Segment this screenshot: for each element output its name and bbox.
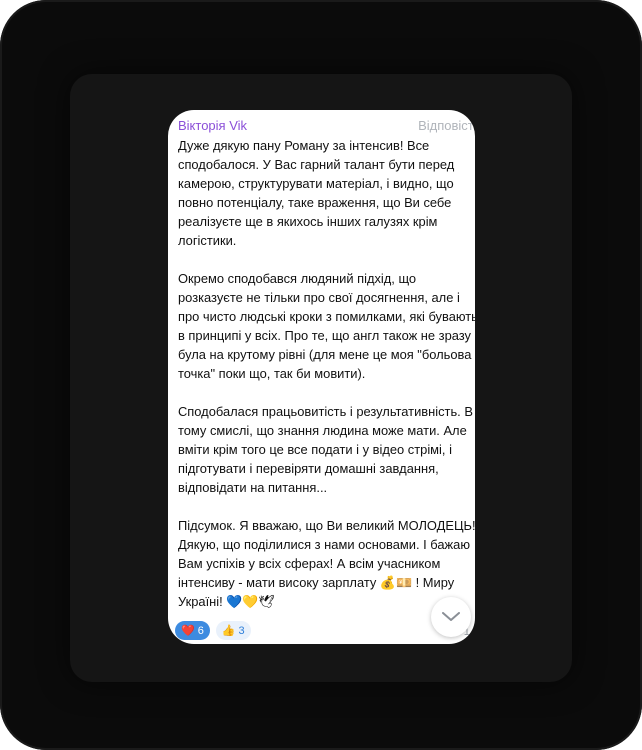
heart-icon: ❤️ <box>181 625 195 637</box>
reaction-count: 3 <box>238 624 245 637</box>
author-name[interactable]: Вікторія Vik <box>178 118 247 133</box>
reaction-count: 6 <box>197 624 204 637</box>
message-card: Вікторія Vik Відповісти Дуже дякую пану … <box>168 110 475 644</box>
chevron-down-icon <box>442 612 460 621</box>
reply-link[interactable]: Відповісти <box>418 118 475 133</box>
scroll-down-button[interactable] <box>431 597 471 637</box>
reaction-heart[interactable]: ❤️ 6 <box>175 621 210 640</box>
message-header: Вікторія Vik Відповісти <box>178 118 475 136</box>
reaction-thumbs-up[interactable]: 👍 3 <box>215 621 251 640</box>
thumbs-up-icon: 👍 <box>221 625 236 637</box>
message-text: Дуже дякую пану Роману за інтенсив! Все … <box>178 138 475 609</box>
reactions-bar: ❤️ 6 👍 3 <box>175 621 251 640</box>
